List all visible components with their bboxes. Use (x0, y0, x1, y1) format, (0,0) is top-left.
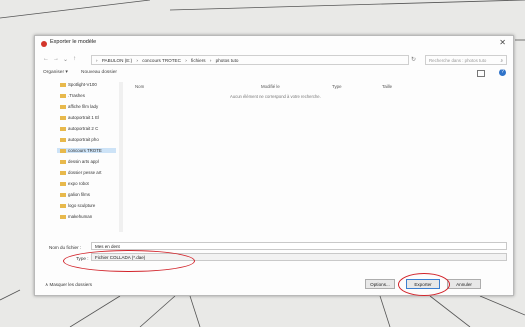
new-folder-button[interactable]: Nouveau dossier (81, 70, 117, 75)
folder-icon (60, 181, 66, 186)
sidebar-item[interactable]: autoportrait pho (60, 137, 99, 142)
folder-icon (60, 170, 66, 175)
breadcrumb-folder[interactable]: concours TROTEC (142, 58, 181, 63)
folder-icon (60, 93, 66, 98)
navigation-bar: ← → ⌄ ↑ › PABULON (E:) › concours TROTEC… (35, 52, 513, 68)
sidebar-item[interactable]: .Trashes (60, 93, 85, 98)
sidebar-item[interactable]: autoportrait 2 C (60, 126, 98, 131)
column-header-type[interactable]: Type (332, 84, 342, 89)
sidebar-item[interactable]: logo sculpture (60, 203, 95, 208)
search-icon: ⌕ (500, 58, 503, 63)
folder-icon (60, 104, 66, 109)
filename-label: Nom du fichier : (49, 245, 82, 250)
search-placeholder: Recherche dans : photos tuto (429, 58, 487, 63)
breadcrumb-separator: › (136, 58, 138, 63)
folder-icon (60, 159, 66, 164)
folder-icon (60, 148, 66, 153)
breadcrumb-separator: › (209, 58, 212, 63)
close-button[interactable]: ✕ (499, 38, 506, 47)
annotation-ellipse (63, 250, 195, 272)
breadcrumb-folder[interactable]: photos tuto (216, 58, 239, 63)
breadcrumb-separator: › (96, 58, 98, 63)
organize-button[interactable]: Organiser ▾ (43, 70, 68, 75)
folder-icon (60, 115, 66, 120)
help-icon[interactable]: ? (499, 69, 506, 76)
breadcrumb-drive[interactable]: PABULON (E:) (102, 58, 132, 63)
folder-icon (60, 203, 66, 208)
recent-chevron-icon[interactable]: ⌄ (63, 56, 68, 63)
window-title: Exporter le modèle (50, 39, 97, 45)
column-header-size[interactable]: Taille (382, 84, 392, 89)
title-bar: Exporter le modèle ✕ (35, 36, 513, 52)
sidebar-item[interactable]: galion films (60, 192, 90, 197)
breadcrumb-separator: › (185, 58, 187, 63)
folder-icon (60, 82, 66, 87)
cancel-button[interactable]: Annuler (447, 279, 481, 289)
folder-icon (60, 137, 66, 142)
sidebar-item[interactable]: expo robot (60, 181, 89, 186)
forward-arrow-icon[interactable]: → (53, 56, 59, 62)
sidebar-scrollbar[interactable] (119, 82, 123, 232)
folder-icon (60, 126, 66, 131)
toolbar: Organiser ▾ Nouveau dossier ? (35, 68, 513, 80)
file-list-header: Nom Modifié le Type Taille (127, 82, 507, 92)
up-arrow-icon[interactable]: ↑ (73, 56, 76, 62)
navigation-pane: Spotlight-V100 .Trashes affiche film lad… (57, 82, 120, 232)
export-dialog: Exporter le modèle ✕ ← → ⌄ ↑ › PABULON (… (34, 35, 514, 296)
sidebar-item[interactable]: dessin arts appl (60, 159, 99, 164)
sidebar-item[interactable]: makehuman (60, 214, 92, 219)
breadcrumb-folder[interactable]: fichiers (191, 58, 206, 63)
sidebar-item-selected[interactable]: concours TROTE (57, 148, 116, 153)
sidebar-item[interactable]: autoportrait 1 El (60, 115, 99, 120)
back-arrow-icon[interactable]: ← (43, 56, 49, 62)
sidebar-item[interactable]: Spotlight-V100 (60, 82, 97, 87)
address-bar[interactable]: › PABULON (E:) › concours TROTEC › fichi… (91, 55, 409, 65)
options-button[interactable]: Options... (365, 279, 395, 289)
refresh-icon[interactable]: ↻ (411, 56, 416, 63)
search-input[interactable]: Recherche dans : photos tuto ⌕ (425, 55, 507, 65)
filename-input[interactable]: Mes en dent (91, 242, 507, 250)
view-options-icon[interactable] (477, 70, 485, 77)
column-header-modified[interactable]: Modifié le (261, 84, 280, 89)
hide-folders-toggle[interactable]: ∧ Masquer les dossiers (45, 282, 92, 288)
annotation-ellipse (398, 273, 450, 296)
folder-icon (60, 214, 66, 219)
folder-icon (60, 192, 66, 197)
sketchup-icon (41, 41, 47, 47)
column-header-name[interactable]: Nom (135, 84, 144, 89)
sidebar-item[interactable]: affiche film lady (60, 104, 98, 109)
sidebar-item[interactable]: dossier pesse art (60, 170, 101, 175)
empty-message: Aucun élément ne correspond à votre rech… (230, 94, 321, 99)
